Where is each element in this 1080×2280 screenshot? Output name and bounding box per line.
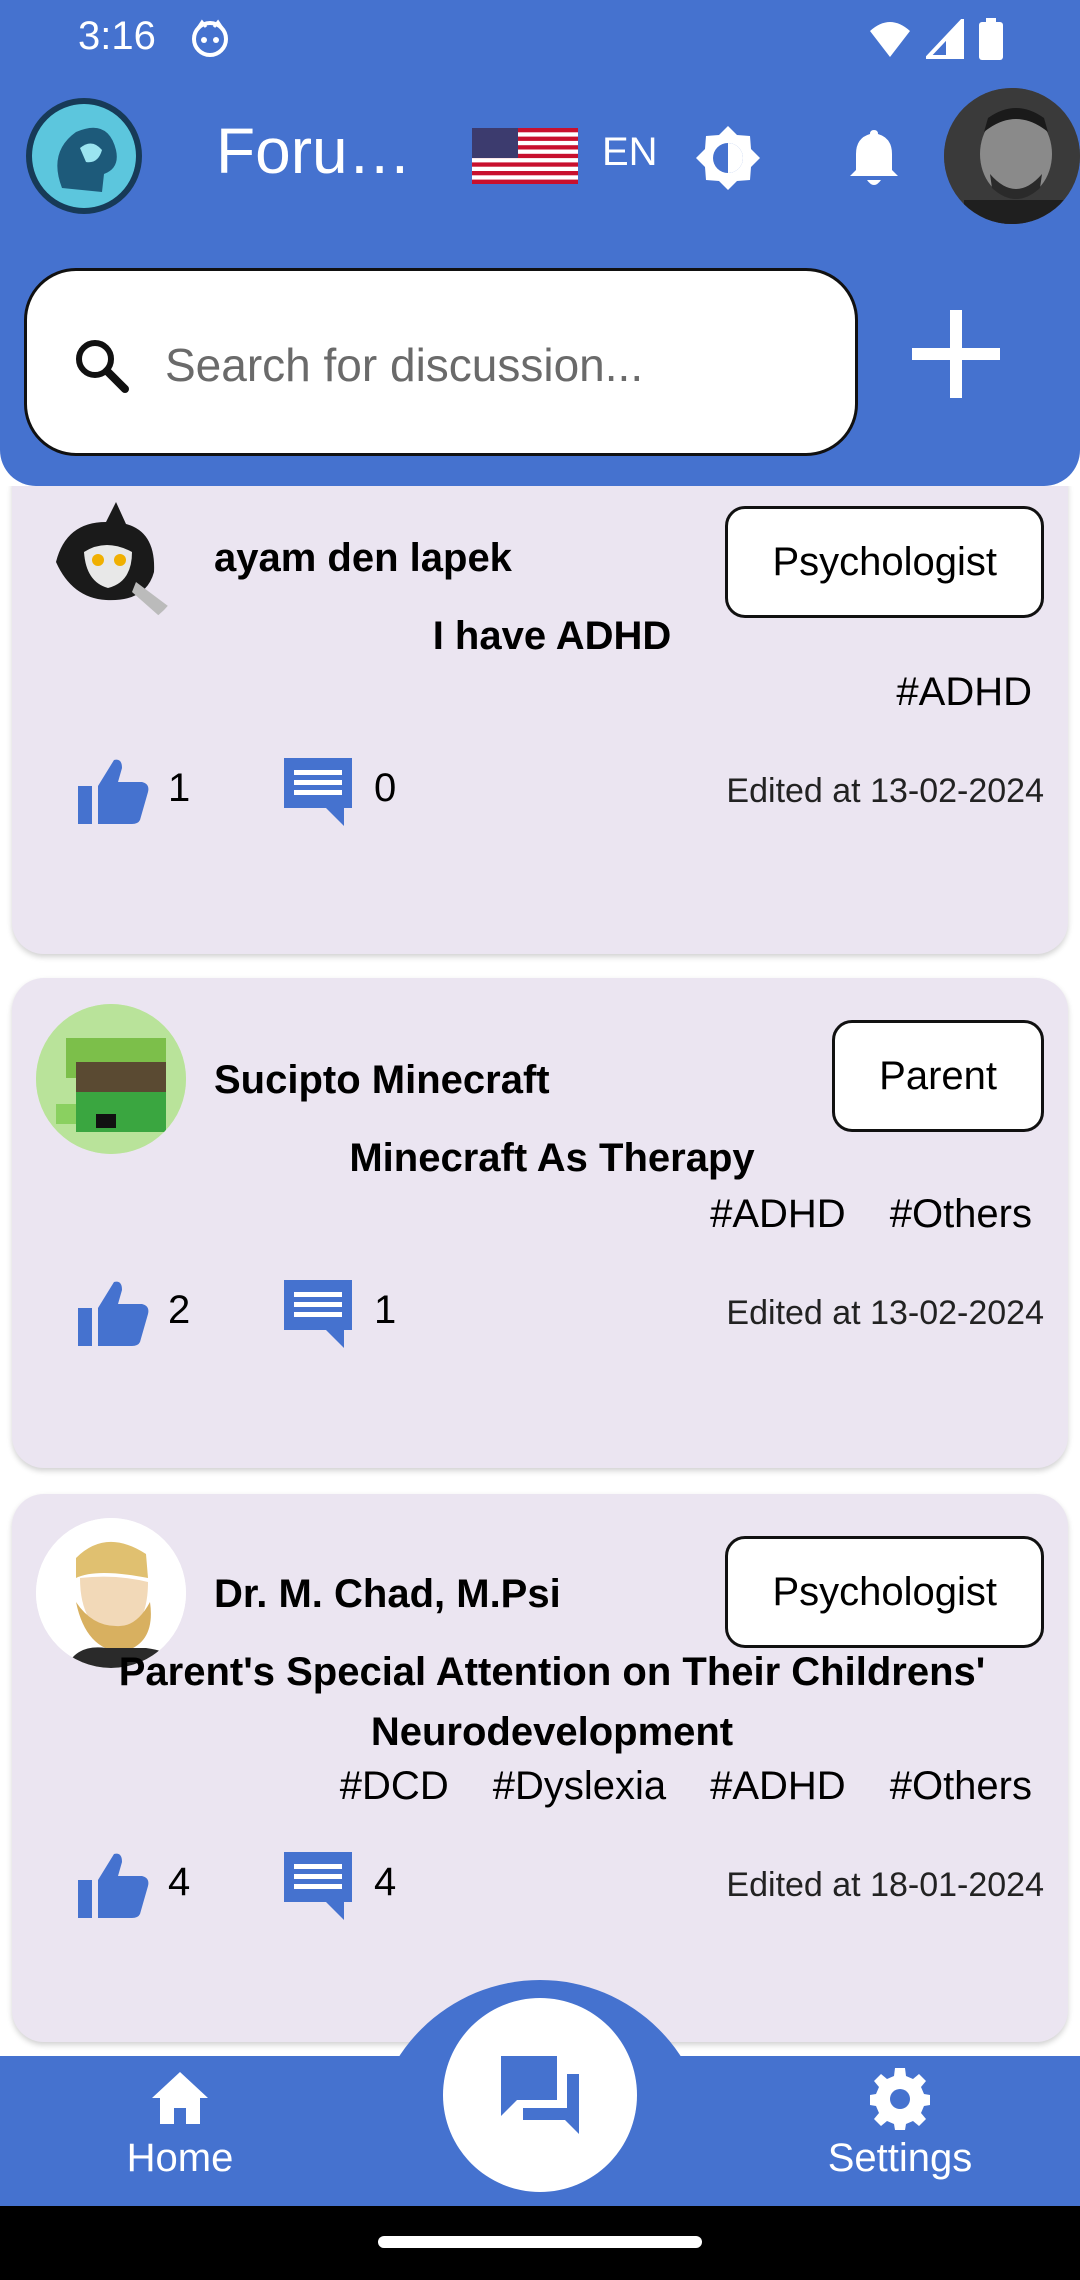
comment-count: 4 <box>374 1860 397 1904</box>
notification-bell-icon[interactable] <box>838 122 910 194</box>
brightness-toggle-icon[interactable] <box>692 122 764 194</box>
edited-timestamp: Edited at 13-02-2024 <box>726 1294 1044 1332</box>
language-label[interactable]: EN <box>602 130 658 175</box>
notification-app-icon <box>192 19 228 57</box>
role-badge[interactable]: Parent <box>832 1020 1044 1132</box>
post-card[interactable]: Sucipto Minecraft Parent Minecraft As Th… <box>12 978 1068 1468</box>
search-input[interactable] <box>165 327 825 403</box>
gesture-handle[interactable] <box>378 2236 702 2248</box>
thumbs-up-icon[interactable] <box>72 1846 152 1926</box>
tag-list: #ADHD #Others <box>710 1192 1032 1237</box>
app-logo[interactable] <box>26 98 142 214</box>
like-count: 4 <box>168 1860 191 1904</box>
search-icon <box>76 340 129 393</box>
home-icon <box>152 2072 208 2124</box>
tag-list: #ADHD <box>896 670 1032 715</box>
comment-count: 1 <box>374 1288 397 1332</box>
add-discussion-button[interactable] <box>904 302 1008 406</box>
app-bar: Foru… EN <box>0 76 1080 240</box>
status-bar: 3:16 <box>0 0 1080 76</box>
battery-icon <box>979 18 1003 60</box>
post-title[interactable]: Parent's Special Attention on Their Chil… <box>72 1642 1032 1762</box>
role-badge[interactable]: Psychologist <box>725 1536 1044 1648</box>
app-title: Foru… <box>216 115 412 187</box>
post-card[interactable]: ayam den lapek Psychologist I have ADHD … <box>12 486 1068 954</box>
search-band <box>0 240 1080 486</box>
comment-count: 0 <box>374 766 397 810</box>
like-count: 1 <box>168 766 191 810</box>
like-count: 2 <box>168 1288 191 1332</box>
status-indicators <box>868 18 1004 60</box>
tag[interactable]: #Dyslexia <box>493 1764 666 1809</box>
nav-home[interactable]: Home <box>90 2066 270 2181</box>
forum-fab-button[interactable] <box>443 1998 637 2192</box>
wifi-icon <box>870 22 910 57</box>
thumbs-up-icon[interactable] <box>72 752 152 832</box>
status-time: 3:16 <box>78 14 156 58</box>
author-name: ayam den lapek <box>214 536 512 580</box>
discussion-feed[interactable]: ayam den lapek Psychologist I have ADHD … <box>0 486 1080 2056</box>
post-title[interactable]: Minecraft As Therapy <box>72 1128 1032 1188</box>
role-badge[interactable]: Psychologist <box>725 506 1044 618</box>
comment-icon[interactable] <box>278 1846 358 1926</box>
nav-home-label: Home <box>126 2136 234 2180</box>
tag[interactable]: #Others <box>890 1192 1032 1237</box>
tag[interactable]: #Others <box>890 1764 1032 1809</box>
thumbs-up-icon[interactable] <box>72 1274 152 1354</box>
tag[interactable]: #ADHD <box>896 670 1032 715</box>
logo-head-icon <box>32 104 136 208</box>
nav-settings[interactable]: Settings <box>810 2066 990 2181</box>
comment-icon[interactable] <box>278 752 358 832</box>
nav-settings-label: Settings <box>827 2136 973 2180</box>
gear-icon <box>870 2068 930 2130</box>
post-title[interactable]: I have ADHD <box>72 606 1032 666</box>
search-box[interactable] <box>24 268 858 456</box>
tag[interactable]: #DCD <box>340 1764 449 1809</box>
tag[interactable]: #ADHD <box>710 1764 846 1809</box>
us-flag-icon[interactable] <box>472 128 578 184</box>
signal-icon <box>926 19 964 59</box>
edited-timestamp: Edited at 13-02-2024 <box>726 772 1044 810</box>
author-name: Dr. M. Chad, M.Psi <box>214 1572 561 1616</box>
tag[interactable]: #ADHD <box>710 1192 846 1237</box>
profile-avatar[interactable] <box>944 88 1080 224</box>
author-name: Sucipto Minecraft <box>214 1058 550 1102</box>
forum-icon <box>501 2056 579 2134</box>
post-card[interactable]: Dr. M. Chad, M.Psi Psychologist Parent's… <box>12 1494 1068 2042</box>
tag-list: #DCD #Dyslexia #ADHD #Others <box>340 1764 1032 1809</box>
edited-timestamp: Edited at 18-01-2024 <box>726 1866 1044 1904</box>
comment-icon[interactable] <box>278 1274 358 1354</box>
